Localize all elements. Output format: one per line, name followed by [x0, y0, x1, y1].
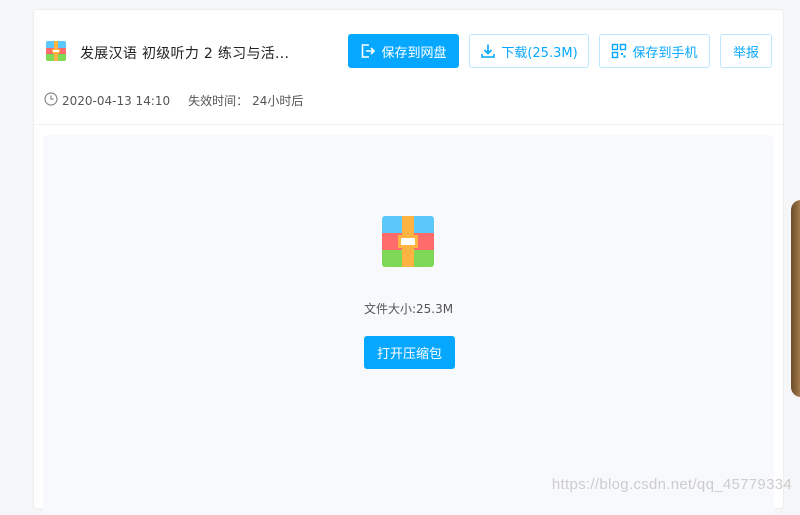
- expiry-value: 24小时后: [252, 94, 304, 108]
- download-button[interactable]: 下载(25.3M): [469, 34, 589, 68]
- file-size-text: 文件大小:25.3M: [363, 302, 454, 316]
- save-to-cloud-label: 保存到网盘: [381, 45, 447, 61]
- report-label: 举报: [732, 45, 759, 61]
- save-to-phone-label: 保存到手机: [632, 45, 698, 61]
- save-to-cloud-button[interactable]: 保存到网盘: [348, 34, 459, 68]
- zip-archive-icon: [46, 41, 66, 61]
- qr-code-icon: [611, 43, 627, 59]
- file-card: 发展汉语 初级听力 2 练习与活... 保存到网盘 下载(25.3M) 保存到手…: [33, 9, 784, 515]
- file-title: 发展汉语 初级听力 2 练习与活...: [80, 46, 290, 62]
- download-label: 下载(25.3M): [501, 45, 578, 61]
- side-image: [791, 200, 800, 397]
- expiry-label: 失效时间：: [188, 94, 249, 108]
- upload-date: 2020-04-13 14:10: [62, 93, 171, 108]
- save-to-cloud-icon: [360, 43, 376, 59]
- zip-archive-large-icon: [382, 216, 434, 267]
- preview-panel: 文件大小:25.3M 打开压缩包: [43, 135, 774, 515]
- divider: [34, 124, 783, 125]
- report-button[interactable]: 举报: [720, 34, 772, 68]
- clock-icon: [44, 92, 58, 109]
- save-to-phone-button[interactable]: 保存到手机: [599, 34, 710, 68]
- open-archive-button[interactable]: 打开压缩包: [364, 336, 455, 369]
- file-meta: 2020-04-13 14:10 失效时间： 24小时后: [44, 92, 303, 109]
- watermark: https://blog.csdn.net/qq_45779334: [551, 476, 792, 493]
- download-icon: [480, 43, 496, 59]
